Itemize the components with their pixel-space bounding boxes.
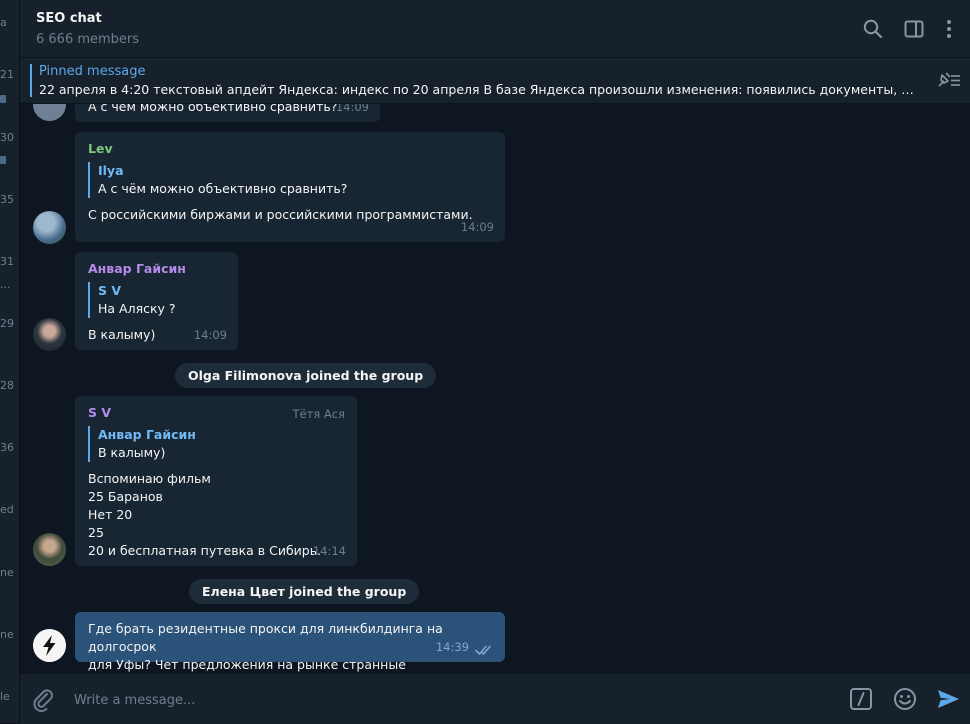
bot-commands-icon[interactable] xyxy=(848,686,874,712)
message-bubble[interactable]: Анвар Гайсин S V На Аляску ? В калыму) 1… xyxy=(75,252,238,350)
avatar[interactable] xyxy=(33,104,66,121)
message-bubble[interactable]: S V Тётя Ася Анвар Гайсин В калыму) Вспо… xyxy=(75,396,357,566)
reply-text: В калыму) xyxy=(98,445,166,460)
double-check-icon xyxy=(475,645,491,655)
chat-list-fragment: 30 xyxy=(0,131,14,144)
message-text-line: Вспоминаю фильм xyxy=(88,471,211,486)
chat-list-fragment: 28 xyxy=(0,379,14,392)
chat-list-strip[interactable]: a 21 30 35 31 ... 29 28 36 ed ne ne le xyxy=(0,0,20,723)
reply-sender: S V xyxy=(98,283,122,298)
chat-list-fragment: 21 xyxy=(0,68,14,81)
search-icon[interactable] xyxy=(862,18,884,40)
avatar[interactable] xyxy=(33,533,66,566)
emoji-icon[interactable] xyxy=(892,686,918,712)
message-text: А с чем можно объективно сравнить? xyxy=(88,104,338,114)
chat-list-fragment: ne xyxy=(0,566,14,579)
message-text-line: Нет 20 xyxy=(88,507,133,522)
message-text-line: 20 и бесплатная путевка в Сибирь. xyxy=(88,543,322,558)
pinned-text: 22 апреля в 4:20 текстовый апдейт Яндекс… xyxy=(39,82,919,97)
service-message: Olga Filimonova joined the group xyxy=(175,363,437,388)
message-bubble[interactable]: Lev Ilya А с чём можно объективно сравни… xyxy=(75,132,505,242)
message-text-line: Где брать резидентные прокси для линкбил… xyxy=(88,621,443,654)
reply-quote[interactable]: S V На Аляску ? xyxy=(88,282,225,318)
message-bubble-outgoing[interactable]: Где брать резидентные прокси для линкбил… xyxy=(75,612,505,672)
message-text-line: 25 xyxy=(88,525,104,540)
chat-title[interactable]: SEO chat xyxy=(36,11,102,26)
sender-name[interactable]: Lev xyxy=(88,140,492,158)
pinned-accent-bar xyxy=(30,64,32,97)
sidebar-toggle-icon[interactable] xyxy=(903,18,925,40)
message-input[interactable] xyxy=(72,689,836,711)
message-time: 14:09 xyxy=(335,104,369,114)
chat-list-fragment: le xyxy=(0,690,10,703)
chat-list-fragment: ... xyxy=(0,278,11,291)
message-text-line: для Уфы? Чет предложения на рынке странн… xyxy=(88,657,406,672)
message-text: С российскими биржами и российскими прог… xyxy=(88,207,473,222)
pinned-message-bar[interactable]: Pinned message 22 апреля в 4:20 текстовы… xyxy=(20,58,970,104)
pinned-list-icon[interactable] xyxy=(936,70,962,90)
pin-icon xyxy=(0,156,6,164)
message-time: 14:09 xyxy=(460,220,494,234)
admin-title: Тётя Ася xyxy=(292,407,345,421)
pin-icon xyxy=(0,95,6,103)
pinned-label: Pinned message xyxy=(39,64,146,79)
chat-list-fragment: ne xyxy=(0,628,14,641)
service-message: Елена Цвет joined the group xyxy=(189,579,420,604)
sender-name[interactable]: Анвар Гайсин xyxy=(88,260,225,278)
avatar[interactable] xyxy=(33,318,66,351)
lightning-logo-icon xyxy=(33,629,66,662)
reply-sender: Анвар Гайсин xyxy=(98,427,196,442)
avatar[interactable] xyxy=(33,629,66,662)
send-icon[interactable] xyxy=(935,686,961,712)
chat-list-fragment: a xyxy=(0,16,7,29)
message-composer xyxy=(20,673,970,724)
message-list[interactable]: А с чем можно объективно сравнить? 14:09… xyxy=(20,104,970,672)
chat-list-fragment: ed xyxy=(0,503,14,516)
reply-quote[interactable]: Ilya А с чём можно объективно сравнить? xyxy=(88,162,492,198)
reply-quote[interactable]: Анвар Гайсин В калыму) xyxy=(88,426,344,462)
member-count: 6 666 members xyxy=(36,32,140,47)
chat-list-fragment: 36 xyxy=(0,441,14,454)
attach-icon[interactable] xyxy=(30,686,56,712)
message-time: 14:39 xyxy=(435,640,469,654)
reply-text: На Аляску ? xyxy=(98,301,176,316)
reply-text: А с чём можно объективно сравнить? xyxy=(98,181,348,196)
chat-list-fragment: 29 xyxy=(0,317,14,330)
chat-header: SEO chat 6 666 members xyxy=(20,0,970,58)
message-time: 14:14 xyxy=(312,544,346,558)
message-bubble[interactable]: А с чем можно объективно сравнить? 14:09 xyxy=(75,104,380,122)
message-text-line: 25 Баранов xyxy=(88,489,163,504)
reply-sender: Ilya xyxy=(98,163,124,178)
message-time: 14:09 xyxy=(193,328,227,342)
chat-list-fragment: 31 xyxy=(0,255,14,268)
chat-list-fragment: 35 xyxy=(0,193,14,206)
more-vertical-icon[interactable] xyxy=(938,18,960,40)
avatar[interactable] xyxy=(33,211,66,244)
